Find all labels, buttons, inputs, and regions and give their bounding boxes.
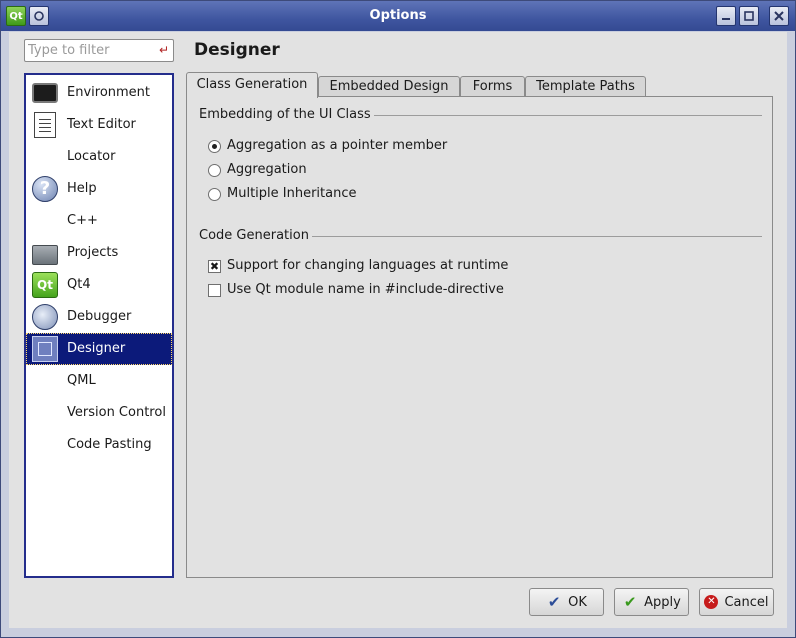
category-projects[interactable]: Projects (26, 237, 172, 269)
close-icon (774, 11, 784, 21)
dialog-body: ↵ Environment Text Editor Locator ? Help (9, 32, 787, 628)
category-environment[interactable]: Environment (26, 77, 172, 109)
category-label: Version Control (67, 405, 166, 420)
maximize-icon (744, 11, 754, 21)
category-label: Designer (67, 341, 126, 356)
category-label: Debugger (67, 309, 132, 324)
options-window: Qt Options ↵ Environment (0, 0, 796, 638)
ok-label: OK (568, 594, 587, 610)
window-title: Options (369, 8, 427, 23)
radio-button[interactable] (208, 164, 221, 177)
tab-forms[interactable]: Forms (460, 76, 525, 98)
category-list[interactable]: Environment Text Editor Locator ? Help C… (24, 73, 174, 578)
radio-button[interactable] (208, 188, 221, 201)
checkbox-unchecked[interactable] (208, 284, 221, 297)
ok-button[interactable]: ✔ OK (529, 588, 604, 616)
apply-check-icon: ✔ (623, 593, 637, 611)
category-qml[interactable]: QML (26, 365, 172, 397)
category-designer[interactable]: Designer (26, 333, 172, 365)
tab-embedded-design[interactable]: Embedded Design (318, 76, 460, 98)
option-label: Aggregation (227, 162, 307, 177)
environment-icon (32, 83, 58, 103)
category-label: QML (67, 373, 96, 388)
option-label: Support for changing languages at runtim… (227, 258, 509, 273)
category-label: Locator (67, 149, 116, 164)
category-text-editor[interactable]: Text Editor (26, 109, 172, 141)
category-label: C++ (67, 213, 98, 228)
help-icon: ? (32, 176, 58, 202)
filter-input[interactable] (28, 42, 153, 59)
text-editor-icon (34, 112, 56, 138)
category-label: Environment (67, 85, 151, 100)
radio-button[interactable] (208, 140, 221, 153)
category-label: Projects (67, 245, 119, 260)
tab-class-generation[interactable]: Class Generation (186, 72, 318, 98)
category-label: Code Pasting (67, 437, 152, 452)
category-code-pasting[interactable]: Code Pasting (26, 429, 172, 461)
option-label: Multiple Inheritance (227, 186, 357, 201)
designer-icon (32, 336, 58, 362)
cancel-icon: ✕ (704, 595, 719, 609)
checkmark-icon: ✔ (547, 593, 561, 611)
maximize-button[interactable] (739, 6, 759, 26)
category-label: Help (67, 181, 97, 196)
tab-template-paths[interactable]: Template Paths (525, 76, 646, 98)
minimize-button[interactable] (716, 6, 736, 26)
minimize-icon (722, 18, 730, 20)
category-debugger[interactable]: Debugger (26, 301, 172, 333)
debugger-icon (32, 304, 58, 330)
close-button[interactable] (769, 6, 789, 26)
category-label: Text Editor (67, 117, 136, 132)
option-label: Aggregation as a pointer member (227, 138, 448, 153)
category-cpp[interactable]: C++ (26, 205, 172, 237)
option-label: Use Qt module name in #include-directive (227, 282, 504, 297)
page-title: Designer (194, 40, 280, 60)
projects-folder-icon (32, 245, 58, 265)
embedding-group-title: Embedding of the UI Class (199, 107, 374, 122)
category-version-control[interactable]: Version Control (26, 397, 172, 429)
filter-field[interactable]: ↵ (24, 39, 174, 62)
codegen-group-title: Code Generation (199, 228, 312, 243)
apply-button[interactable]: ✔ Apply (614, 588, 689, 616)
category-qt4[interactable]: Qt Qt4 (26, 269, 172, 301)
class-generation-panel: Embedding of the UI Class Aggregation as… (186, 96, 773, 578)
checkbox-checked[interactable]: ✖ (208, 260, 221, 273)
category-locator[interactable]: Locator (26, 141, 172, 173)
category-label: Qt4 (67, 277, 91, 292)
apply-label: Apply (644, 594, 681, 610)
cancel-button[interactable]: ✕ Cancel (699, 588, 774, 616)
title-bar[interactable]: Qt Options (1, 1, 795, 31)
category-help[interactable]: ? Help (26, 173, 172, 205)
qt-icon: Qt (32, 272, 58, 298)
clear-filter-icon[interactable]: ↵ (159, 43, 169, 57)
cancel-label: Cancel (724, 594, 769, 610)
